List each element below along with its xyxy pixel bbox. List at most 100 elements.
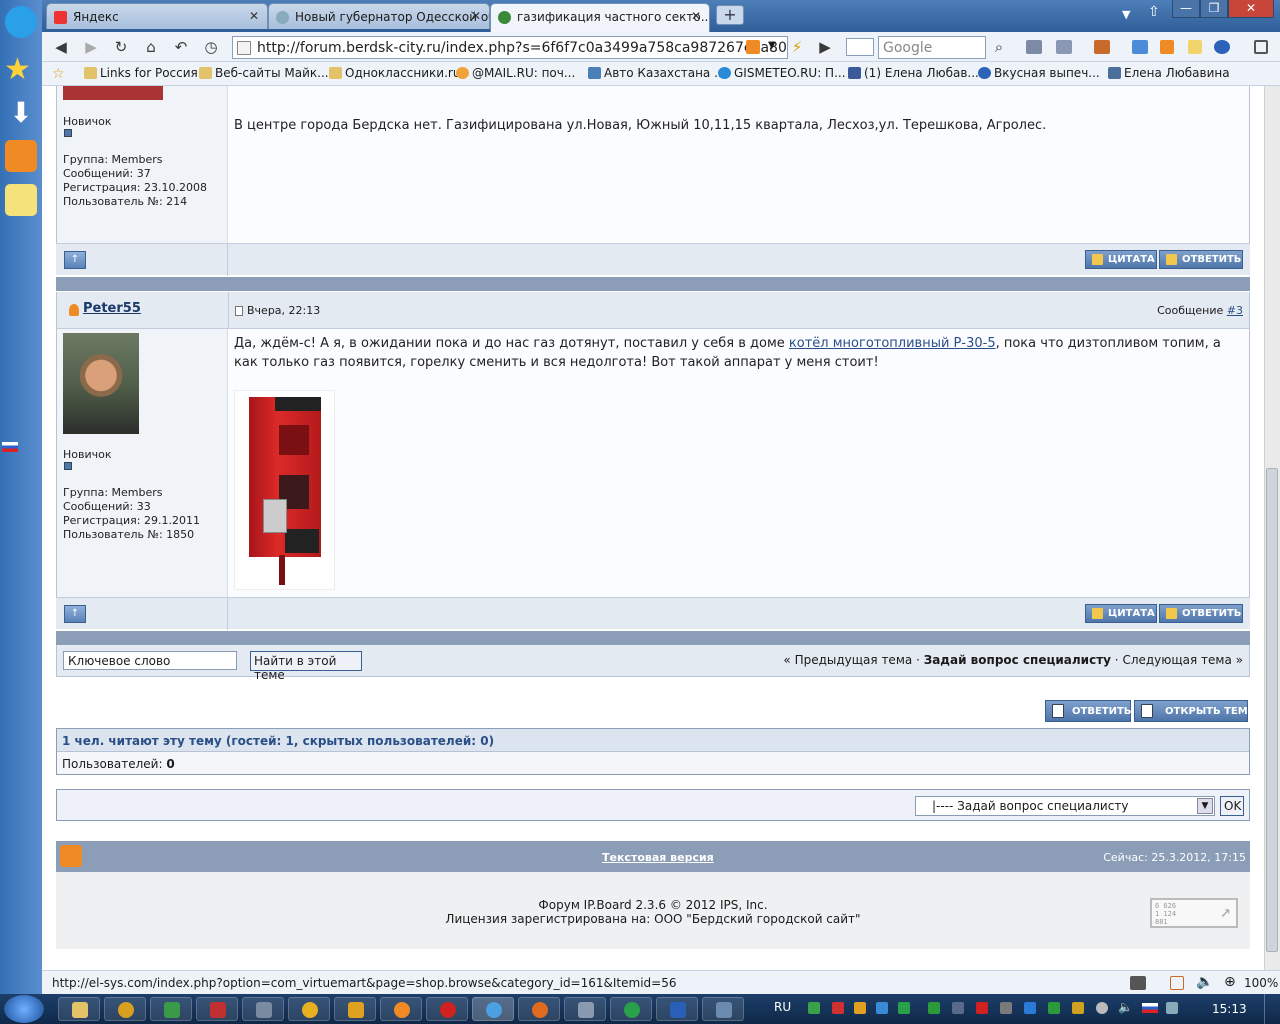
tray-icon[interactable] xyxy=(1072,1002,1084,1014)
forward-icon[interactable]: ▶ xyxy=(82,38,100,56)
current-forum-link[interactable]: Задай вопрос специалисту xyxy=(924,653,1111,667)
boiler-image[interactable] xyxy=(234,390,335,590)
taskbar-word[interactable] xyxy=(656,997,698,1021)
up-arrow-icon[interactable]: ⇧ xyxy=(1148,4,1160,20)
new-topic-button[interactable]: ОТКРЫТЬ ТЕМУ xyxy=(1134,700,1255,722)
bookmark-facebook[interactable]: (1) Елена Любав... xyxy=(848,66,979,80)
taskbar-app-4[interactable] xyxy=(242,997,284,1021)
search-icon[interactable]: ⌕ xyxy=(990,38,1008,56)
reload-icon[interactable]: ↻ xyxy=(112,38,130,56)
minimize-button[interactable]: — xyxy=(1172,0,1200,18)
bookmark-links[interactable]: Links for Россия xyxy=(84,66,198,80)
notes-icon[interactable] xyxy=(1188,40,1202,54)
quote-button[interactable]: ЦИТАТА xyxy=(1085,250,1157,269)
next-topic-link[interactable]: Следующая тема » xyxy=(1122,653,1243,667)
taskbar-firefox[interactable] xyxy=(518,997,560,1021)
bookmark-mailru[interactable]: @MAIL.RU: поч... xyxy=(456,66,575,80)
taskbar-app-10[interactable] xyxy=(702,997,744,1021)
download-icon[interactable]: ⬇ xyxy=(5,98,37,130)
toolbar-icon-2[interactable] xyxy=(1094,40,1110,54)
tray-icon[interactable] xyxy=(976,1002,988,1014)
volume-icon[interactable]: 🔈 xyxy=(1118,1000,1133,1014)
rss-icon[interactable] xyxy=(746,40,760,54)
taskbar-app-8[interactable] xyxy=(564,997,606,1021)
zoom-icon[interactable]: ⊕ xyxy=(1224,974,1236,990)
taskbar-app-2[interactable] xyxy=(150,997,192,1021)
language-indicator[interactable]: RU xyxy=(774,1000,791,1014)
post-number-link[interactable]: #3 xyxy=(1227,304,1243,317)
clock[interactable]: 15:13 xyxy=(1212,1002,1247,1016)
taskbar-app-1[interactable] xyxy=(104,997,146,1021)
activity-icon[interactable] xyxy=(1130,976,1146,990)
rss-icon[interactable] xyxy=(5,140,37,172)
tab-yandex[interactable]: Яндекс ✕ xyxy=(46,3,268,29)
new-tab-button[interactable]: + xyxy=(716,5,744,25)
close-icon[interactable]: ✕ xyxy=(471,9,481,23)
lightning-icon[interactable]: ⚡ xyxy=(788,38,806,56)
taskbar-app-3[interactable] xyxy=(196,997,238,1021)
taskbar-chrome[interactable] xyxy=(288,997,330,1021)
tray-icon[interactable] xyxy=(1024,1002,1036,1014)
bookmark-odnoklassniki[interactable]: Одноклассники.ru xyxy=(329,66,460,80)
tray-icon[interactable] xyxy=(854,1002,866,1014)
bookmark-websites[interactable]: Веб-сайты Майк... xyxy=(199,66,329,80)
dropdown-icon[interactable]: ▼ xyxy=(768,40,776,51)
address-bar[interactable]: http://forum.berdsk-city.ru/index.php?s=… xyxy=(232,36,788,59)
start-button[interactable] xyxy=(4,995,44,1023)
tab-list-icon[interactable]: ▼ xyxy=(1122,8,1130,21)
taskbar-app-7[interactable] xyxy=(472,997,514,1021)
reply-button[interactable]: ОТВЕТИТЬ xyxy=(1159,250,1243,269)
smiley-icon[interactable] xyxy=(5,6,37,38)
rss-icon[interactable] xyxy=(1160,40,1174,54)
taskbar-app-9[interactable] xyxy=(610,997,652,1021)
toolbar-icon-3[interactable] xyxy=(1132,40,1148,54)
camera-icon[interactable] xyxy=(1056,40,1072,54)
chevron-down-icon[interactable]: ▼ xyxy=(1197,798,1213,814)
scrollbar-thumb[interactable] xyxy=(1266,468,1278,952)
star-icon[interactable]: ★ xyxy=(4,54,31,86)
product-link[interactable]: котёл многотопливный Р-30-5 xyxy=(789,336,996,351)
text-version-link[interactable]: Текстовая версия xyxy=(602,851,714,864)
zoom-level[interactable]: 100% xyxy=(1244,976,1278,990)
scroll-top-button[interactable]: ↑ xyxy=(64,251,86,269)
tray-icon[interactable] xyxy=(1000,1002,1012,1014)
quote-button[interactable]: ЦИТАТА xyxy=(1085,604,1157,623)
speaker-icon[interactable]: 🔈 xyxy=(1196,974,1213,990)
network-icon[interactable] xyxy=(1166,1002,1178,1014)
search-engine-icon[interactable] xyxy=(846,38,874,56)
bookmark-baking[interactable]: Вкусная выпеч... xyxy=(978,66,1100,80)
taskbar-explorer[interactable] xyxy=(58,997,100,1021)
taskbar-opera[interactable] xyxy=(426,997,468,1021)
tray-icon[interactable] xyxy=(898,1002,910,1014)
taskbar-app-6[interactable] xyxy=(380,997,422,1021)
forum-jump-select[interactable]: |---- Задай вопрос специалисту ▼ xyxy=(915,796,1215,816)
jump-ok-button[interactable]: OK xyxy=(1220,796,1244,816)
rss-icon[interactable] xyxy=(60,845,82,867)
toolbar-icon-1[interactable] xyxy=(1026,40,1042,54)
bookmark-gismeteo[interactable]: GISMETEO.RU: П... xyxy=(718,66,846,80)
back-icon[interactable]: ◀ xyxy=(52,38,70,56)
notes-icon[interactable] xyxy=(1170,976,1184,990)
go-icon[interactable]: ▶ xyxy=(816,38,834,56)
scroll-top-button[interactable]: ↑ xyxy=(64,605,86,623)
tray-icon[interactable] xyxy=(1048,1002,1060,1014)
tray-icon[interactable] xyxy=(876,1002,888,1014)
counter-badge[interactable]: 6 626 1 124 881 ↗ xyxy=(1150,898,1238,928)
close-icon[interactable]: ✕ xyxy=(249,9,259,23)
search-topic-input[interactable]: Ключевое слово xyxy=(63,651,237,670)
post-author[interactable]: Peter55 xyxy=(83,301,141,316)
tray-icon[interactable] xyxy=(832,1002,844,1014)
bookmark-vk[interactable]: Елена Любавина xyxy=(1108,66,1230,80)
bookmark-auto[interactable]: Авто Казахстана ... xyxy=(588,66,726,80)
close-window-button[interactable]: ✕ xyxy=(1228,0,1274,18)
tray-icon[interactable] xyxy=(928,1002,940,1014)
flag-icon[interactable] xyxy=(1142,1003,1158,1013)
tray-icon[interactable] xyxy=(1096,1002,1108,1014)
reply-button[interactable]: ОТВЕТИТЬ xyxy=(1159,604,1243,623)
tab-odessa[interactable]: Новый губернатор Одесской об... ✕ xyxy=(268,3,490,29)
tab-gas[interactable]: газификация частного секто... ✕ xyxy=(490,3,710,32)
history-icon[interactable]: ◷ xyxy=(202,38,220,56)
notes-icon[interactable] xyxy=(5,184,37,216)
tray-icon[interactable] xyxy=(952,1002,964,1014)
star-icon[interactable]: ☆ xyxy=(52,66,65,82)
